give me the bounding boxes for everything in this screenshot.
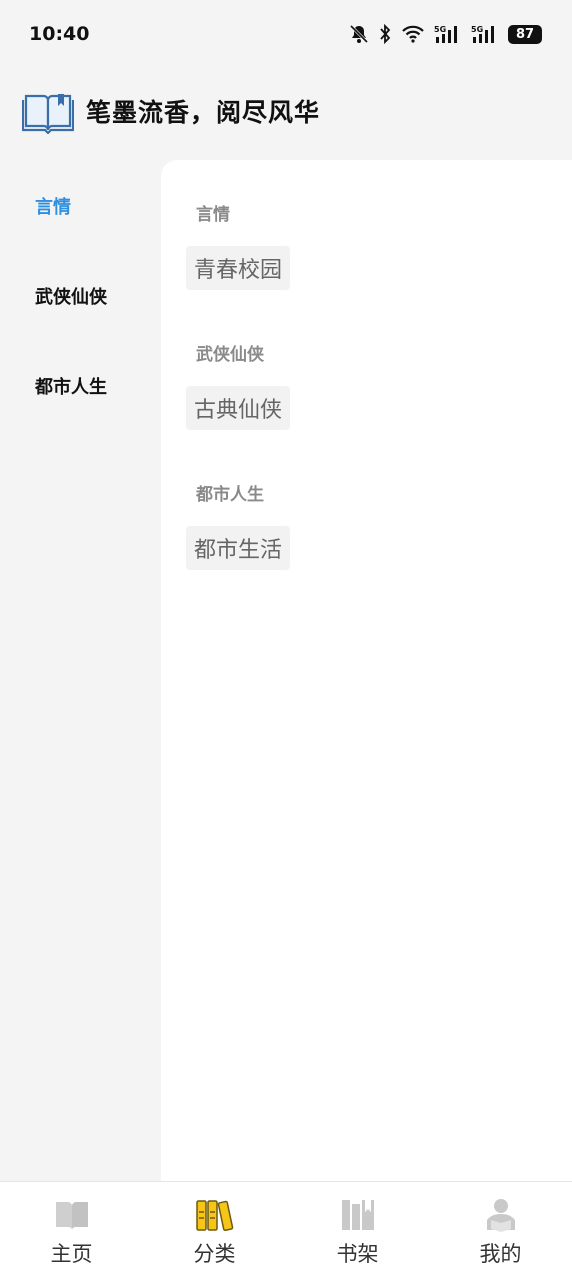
tab-home[interactable]: 主页 xyxy=(0,1182,143,1279)
status-bar: 10:40 5G 5G 87 xyxy=(0,0,572,68)
bottom-tab-bar: 主页 分类 书架 我的 xyxy=(0,1181,572,1279)
status-icons: 5G 5G 87 xyxy=(349,24,542,44)
signal-5g-icon: 5G xyxy=(434,25,457,43)
book-open-icon xyxy=(55,1202,88,1230)
tab-category[interactable]: 分类 xyxy=(143,1182,286,1279)
category-books-icon xyxy=(195,1200,233,1231)
status-time: 10:40 xyxy=(29,23,90,45)
category-panel: 言情 青春校园 武侠仙侠 古典仙侠 都市人生 都市生活 xyxy=(161,160,572,1181)
tab-label: 主页 xyxy=(50,1242,93,1266)
svg-text:5G: 5G xyxy=(434,25,446,34)
tab-label: 我的 xyxy=(479,1242,522,1266)
group-title: 都市人生 xyxy=(196,485,264,505)
app-header: 笔墨流香，阅尽风华 xyxy=(22,88,320,134)
category-sidebar: 言情 武侠仙侠 都市人生 xyxy=(0,160,161,430)
category-group-wuxia: 武侠仙侠 古典仙侠 xyxy=(161,340,291,430)
battery-indicator: 87 xyxy=(508,24,542,44)
bookshelf-icon xyxy=(341,1200,374,1230)
group-title: 武侠仙侠 xyxy=(196,345,264,365)
category-group-urban: 都市人生 都市生活 xyxy=(161,480,291,570)
category-group-romance: 言情 青春校园 xyxy=(161,200,291,290)
wifi-icon xyxy=(402,25,424,43)
signal-5g-icon: 5G xyxy=(471,25,494,43)
bluetooth-icon xyxy=(380,24,391,44)
group-title: 言情 xyxy=(196,205,230,225)
tab-bookshelf[interactable]: 书架 xyxy=(286,1182,429,1279)
tab-mine[interactable]: 我的 xyxy=(429,1182,572,1279)
sidebar-item-wuxia[interactable]: 武侠仙侠 xyxy=(0,250,161,340)
sidebar-item-urban[interactable]: 都市人生 xyxy=(0,340,161,430)
tab-label: 书架 xyxy=(336,1242,379,1266)
open-book-icon xyxy=(22,94,74,134)
bell-off-icon xyxy=(349,24,369,44)
user-reading-icon xyxy=(486,1199,515,1232)
app-slogan: 笔墨流香，阅尽风华 xyxy=(86,98,321,127)
tab-label: 分类 xyxy=(193,1242,236,1266)
tag-chip[interactable]: 青春校园 xyxy=(186,246,291,290)
tag-chip[interactable]: 都市生活 xyxy=(186,526,291,570)
svg-text:5G: 5G xyxy=(471,25,483,34)
sidebar-item-romance[interactable]: 言情 xyxy=(0,160,161,250)
tag-chip[interactable]: 古典仙侠 xyxy=(186,386,291,430)
